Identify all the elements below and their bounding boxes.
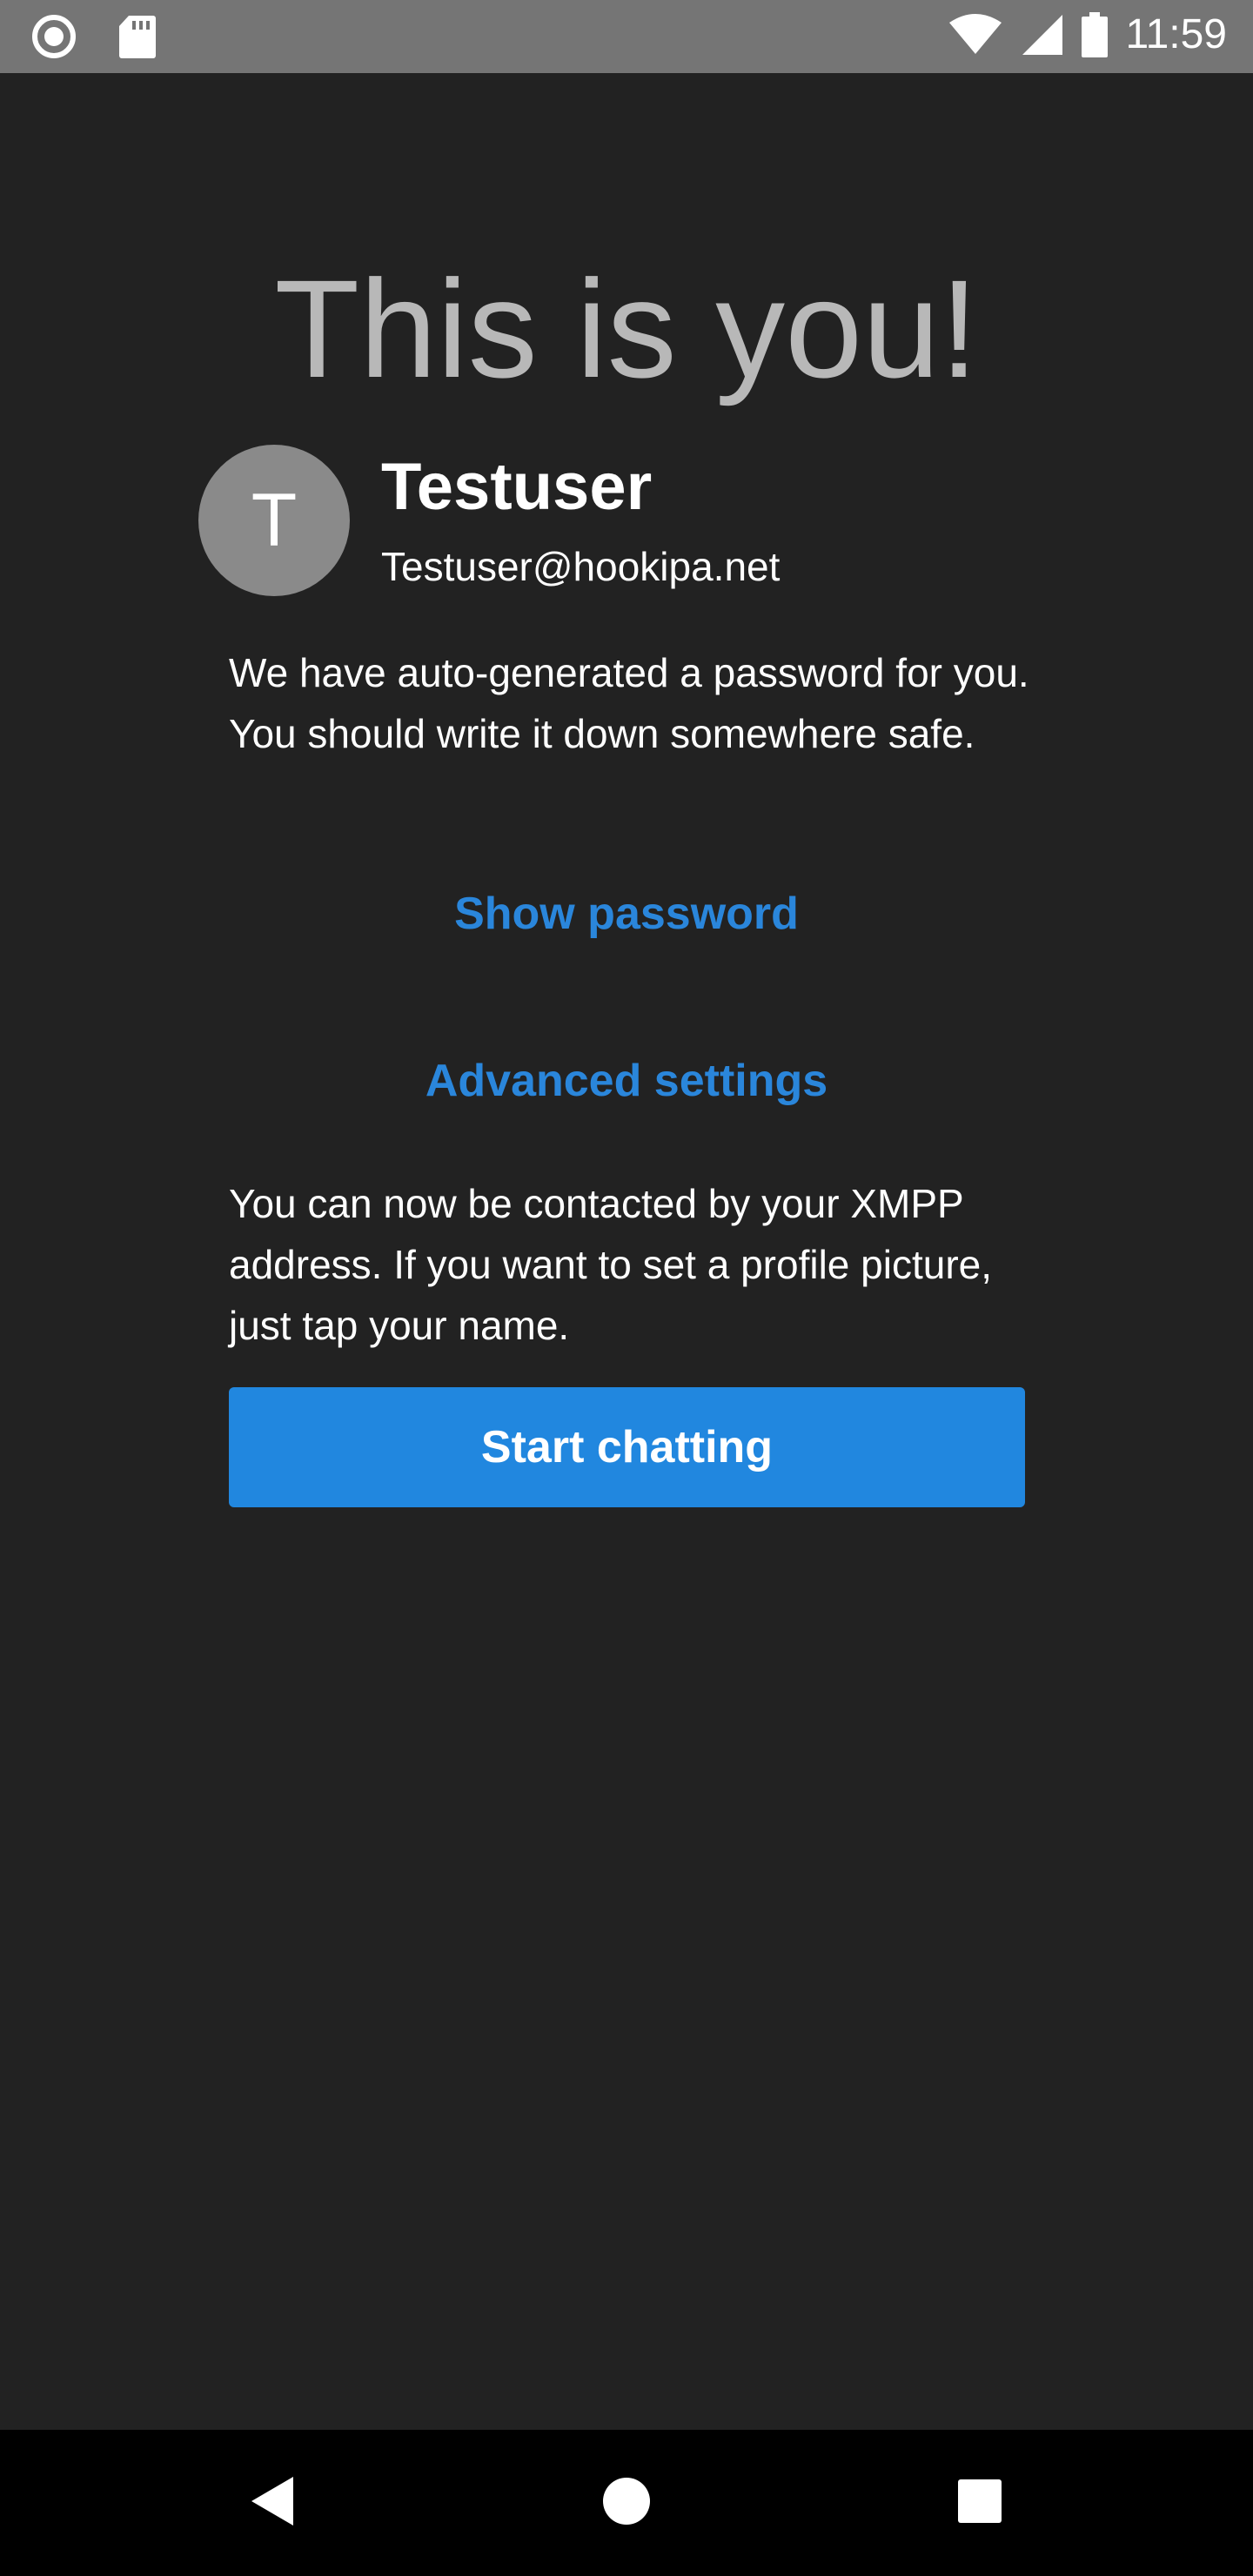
- status-bar: 11:59: [0, 0, 1253, 73]
- record-icon: [31, 14, 77, 59]
- home-icon: [601, 2476, 652, 2531]
- navigation-bar: [0, 2430, 1253, 2576]
- recents-button[interactable]: [928, 2451, 1032, 2555]
- back-icon: [250, 2475, 297, 2532]
- welcome-screen: This is you! T Testuser Testuser@hookipa…: [0, 73, 1253, 2430]
- recents-icon: [956, 2478, 1003, 2529]
- account-jid: Testuser@hookipa.net: [381, 544, 781, 589]
- page-title: This is you!: [274, 251, 979, 406]
- contact-note: You can now be contacted by your XMPP ad…: [229, 1181, 993, 1348]
- start-chatting-button[interactable]: Start chatting: [229, 1387, 1025, 1507]
- avatar-letter: T: [251, 478, 298, 562]
- status-left-icons: [31, 14, 157, 59]
- start-chatting-label: Start chatting: [480, 1422, 774, 1472]
- avatar[interactable]: T: [198, 445, 350, 596]
- wifi-icon: [948, 13, 1003, 56]
- sd-card-icon: [118, 14, 157, 59]
- signal-icon: [1021, 13, 1064, 57]
- username[interactable]: Testuser: [381, 451, 652, 524]
- home-button[interactable]: [574, 2451, 679, 2555]
- show-password-button[interactable]: Show password: [0, 888, 1253, 940]
- advanced-settings-button[interactable]: Advanced settings: [0, 1055, 1253, 1107]
- status-right: 11:59: [948, 10, 1227, 58]
- battery-icon: [1082, 11, 1109, 57]
- password-note: We have auto-generated a password for yo…: [229, 650, 1029, 756]
- back-button[interactable]: [221, 2451, 325, 2555]
- status-time: 11:59: [1125, 11, 1227, 57]
